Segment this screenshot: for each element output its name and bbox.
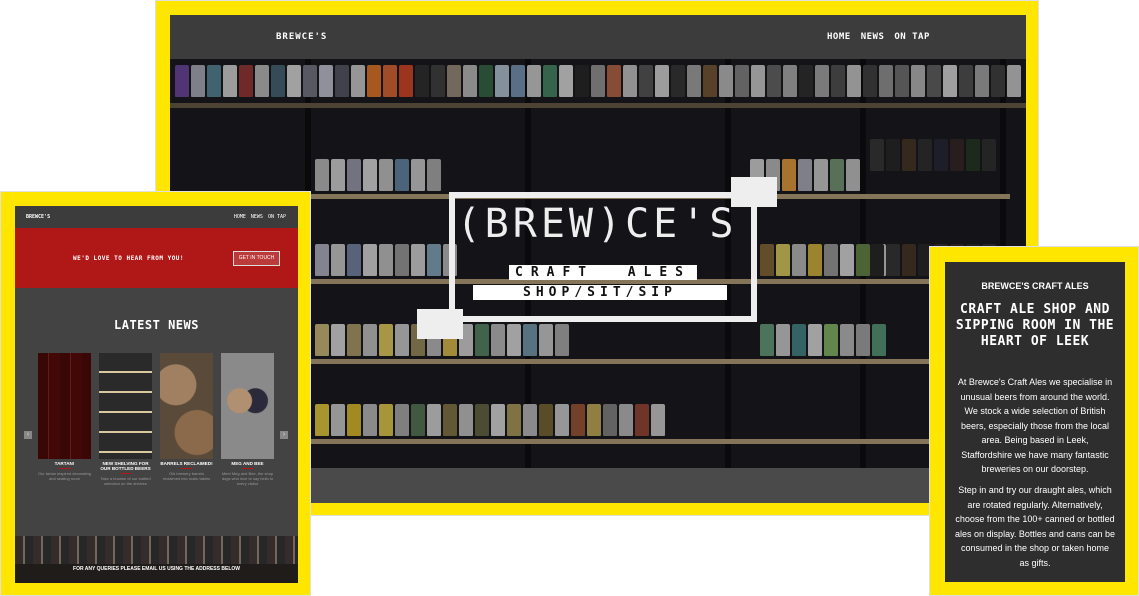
nav-on-tap-link[interactable]: ON TAP [894,32,930,42]
about-paragraph-2: Step in and try our draught ales, which … [955,485,1115,568]
news-card-desc: Our tartan inspired decorating and seati… [38,471,91,481]
mobile-nav: HOME NEWS ON TAP [229,214,286,220]
news-card-title: BARRELS RECLAIMED! [160,461,213,466]
nav-news-link[interactable]: NEWS [861,32,885,42]
news-card-desc: Take a browse of our bottled selection o… [100,476,151,486]
logo-tagline: SHOP/SIT/SIP [473,285,727,300]
get-in-touch-button[interactable]: GET IN TOUCH [233,251,280,266]
mobile-footer: FOR ANY QUERIES PLEASE EMAIL US USING TH… [15,536,298,583]
tablet-mockup: BREWCE'S CRAFT ALES CRAFT ALE SHOP AND S… [929,246,1139,596]
desktop-nav: HOME NEWS ON TAP [817,32,930,42]
tablet-screen: BREWCE'S CRAFT ALES CRAFT ALE SHOP AND S… [945,262,1125,582]
contact-banner-text: WE'D LOVE TO HEAR FROM YOU! [73,255,185,262]
nav-home-link[interactable]: HOME [827,32,851,42]
news-card-title: NEW SHELVING FOR OUR BOTTLED BEERS [100,461,151,471]
mobile-nav-on-tap[interactable]: ON TAP [268,214,286,220]
news-card-image [221,353,274,459]
mobile-screen: BREWCE'S HOME NEWS ON TAP WE'D LOVE TO HEA… [15,206,298,583]
about-brand: BREWCE'S CRAFT ALES [981,281,1089,291]
news-card-image [99,353,152,459]
desktop-navbar: BREWCE'S HOME NEWS ON TAP [170,15,1026,59]
about-heading: CRAFT ALE SHOP AND SIPPING ROOM IN THE H… [955,302,1115,349]
news-card[interactable]: TARTAN! Our tartan inspired decorating a… [38,353,91,481]
mobile-brand-link[interactable]: BREWCE'S [26,214,50,220]
news-card-title: MEG AND BEE [231,461,264,466]
mobile-nav-news[interactable]: NEWS [251,214,263,220]
news-card[interactable]: BARRELS RECLAIMED! Old brewery barrels r… [160,353,213,481]
news-card[interactable]: NEW SHELVING FOR OUR BOTTLED BEERS Take … [99,353,152,486]
logo-title: (BREW)CE'S [456,201,738,247]
carousel-next-icon[interactable]: › [280,431,288,439]
news-card-desc: Meet Meg and Bee, the shop dogs who love… [221,471,274,486]
mobile-navbar: BREWCE'S HOME NEWS ON TAP [15,206,298,228]
carousel-prev-icon[interactable]: ‹ [24,431,32,439]
news-card-image [160,353,213,459]
mobile-nav-home[interactable]: HOME [234,214,246,220]
contact-banner: WE'D LOVE TO HEAR FROM YOU! GET IN TOUCH [15,228,298,288]
latest-news-heading: LATEST NEWS [114,318,199,332]
logo-craft-ales: CRAFT ALES [509,265,697,280]
brewces-logo: (BREW)CE'S CRAFT ALES SHOP/SIT/SIP [417,177,777,347]
mobile-mockup: BREWCE'S HOME NEWS ON TAP WE'D LOVE TO HEA… [0,191,311,596]
news-card[interactable]: MEG AND BEE Meet Meg and Bee, the shop d… [221,353,274,486]
news-card-image [38,353,91,459]
mobile-footer-text: FOR ANY QUERIES PLEASE EMAIL US USING TH… [73,566,240,572]
news-card-title: TARTAN! [54,461,75,466]
brand-link[interactable]: BREWCE'S [276,32,327,42]
news-card-desc: Old brewery barrels reclaimed into rusti… [162,471,211,481]
about-paragraph-1: At Brewce's Craft Ales we specialise in … [957,377,1113,474]
